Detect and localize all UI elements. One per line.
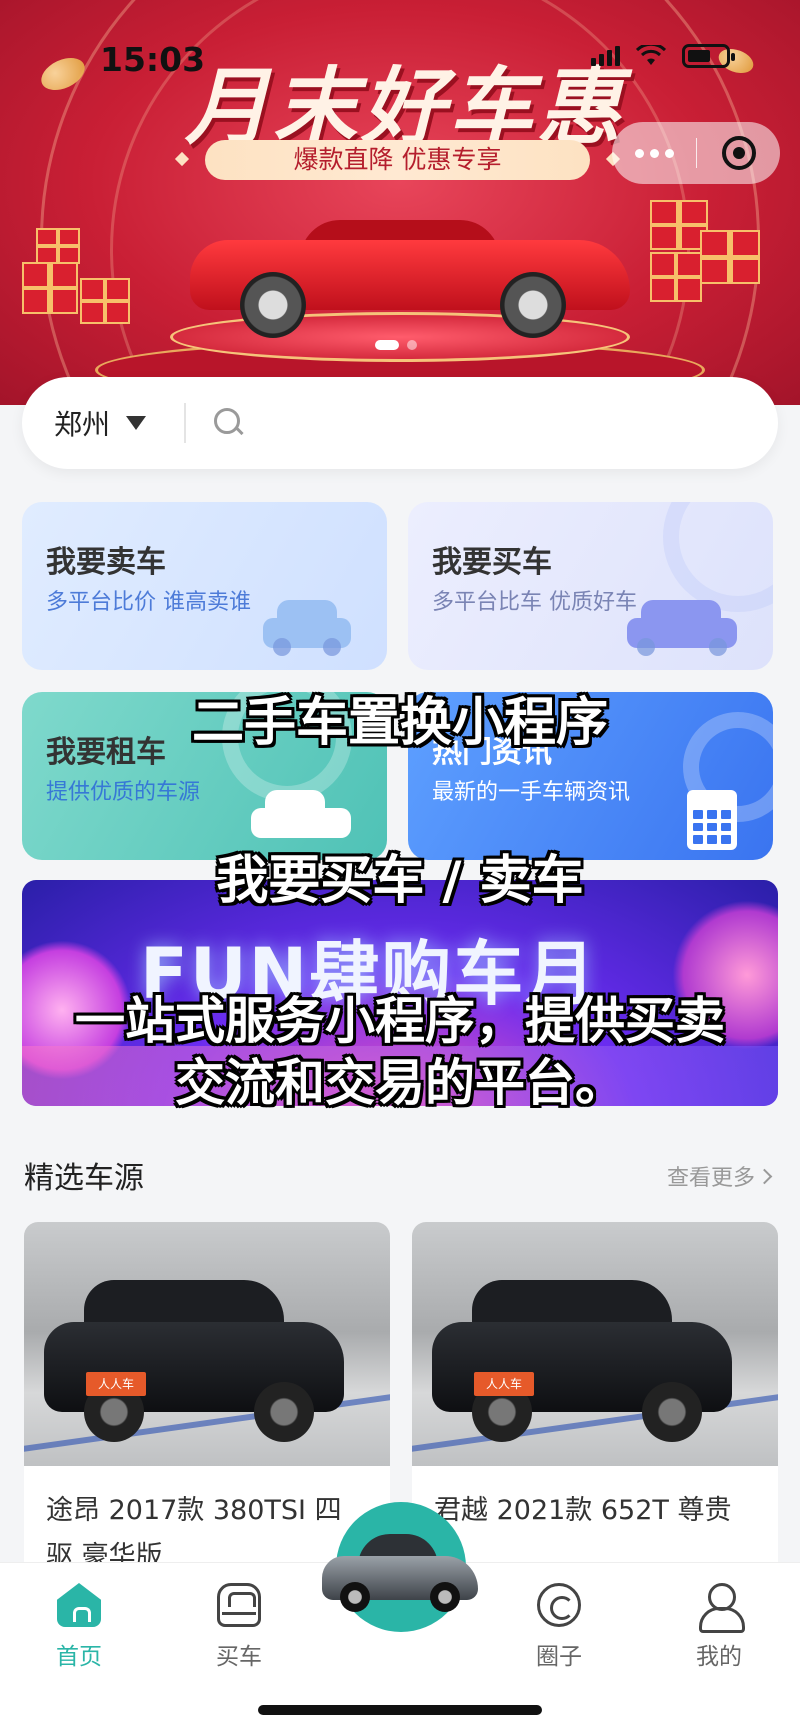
tab-buy[interactable]: 买车 [179, 1583, 299, 1671]
city-selector[interactable]: 郑州 [54, 403, 147, 443]
home-indicator [258, 1705, 542, 1715]
card-title: 我要卖车 [46, 545, 166, 580]
card-desc: 最新的一手车辆资讯 [432, 780, 631, 805]
buy-car-card[interactable]: 我要买车 多平台比车 优质好车 [408, 502, 773, 670]
car-icon [217, 1583, 261, 1627]
gift-box-decoration [22, 262, 78, 314]
car-front-icon [263, 600, 351, 656]
search-divider [184, 403, 187, 443]
tab-home[interactable]: 首页 [19, 1583, 139, 1671]
banner-pagination [375, 340, 417, 350]
chevron-right-icon [756, 1168, 773, 1184]
card-desc: 提供优质的车源 [46, 780, 201, 805]
pagination-dot-active [375, 340, 399, 350]
battery-icon [682, 44, 735, 68]
convertible-car-image [190, 200, 630, 338]
signal-icon [591, 46, 620, 66]
gift-box-decoration [80, 278, 130, 324]
gift-box-decoration [36, 228, 80, 264]
card-desc: 多平台比价 谁高卖谁 [46, 590, 251, 615]
section-title: 精选车源 [24, 1161, 144, 1196]
city-label: 郑州 [54, 408, 111, 441]
status-time: 15:03 [100, 40, 206, 79]
status-icons [591, 44, 735, 68]
user-icon [697, 1583, 745, 1633]
close-target-icon[interactable] [697, 136, 780, 170]
caret-down-icon [126, 416, 147, 430]
listing-card[interactable]: 人人车 君越 2021款 652T 尊贵 [412, 1222, 778, 1562]
wifi-icon [636, 45, 666, 65]
dealer-plate: 人人车 [474, 1372, 534, 1396]
mini-program-home: 月末好车惠 爆款直降 优惠专享 15:03 郑州 我要卖车 多平台比价 谁高卖谁… [0, 0, 800, 1733]
sports-car-icon [322, 1530, 478, 1612]
card-decoration [663, 502, 773, 612]
listing-card[interactable]: 人人车 途昂 2017款 380TSI 四驱 豪华版 [24, 1222, 390, 1562]
more-dots-icon[interactable] [612, 148, 696, 158]
view-more-label: 查看更多 [666, 1166, 755, 1191]
car-photo: 人人车 [412, 1222, 778, 1466]
tab-circle[interactable]: 圈子 [499, 1583, 619, 1671]
mini-program-capsule [612, 122, 780, 184]
tab-label: 圈子 [536, 1644, 582, 1670]
overlay-caption-line2: 我要买车 / 卖车 [216, 851, 584, 911]
sell-car-card[interactable]: 我要卖车 多平台比价 谁高卖谁 [22, 502, 387, 670]
car-photo: 人人车 [24, 1222, 390, 1466]
pagination-dot [407, 340, 417, 350]
gift-box-decoration [700, 230, 760, 284]
tab-label: 我的 [696, 1644, 742, 1670]
suv-icon [627, 600, 737, 656]
tab-me[interactable]: 我的 [659, 1583, 779, 1671]
overlay-caption-line3: 一站式服务小程序，提供买卖交流和交易的平台。 [75, 992, 725, 1112]
gift-box-decoration [650, 252, 702, 302]
search-icon[interactable] [214, 408, 244, 438]
search-bar[interactable]: 郑州 [22, 377, 778, 469]
card-desc: 多平台比车 优质好车 [432, 590, 637, 615]
overlay-caption-line1: 二手车置换小程序 [191, 693, 608, 753]
tab-label: 首页 [56, 1644, 102, 1670]
dealer-plate: 人人车 [86, 1372, 146, 1396]
view-more-link[interactable]: 查看更多 [666, 1160, 773, 1192]
tab-label: 买车 [216, 1644, 262, 1670]
circle-icon [537, 1583, 581, 1627]
listing-name: 君越 2021款 652T 尊贵 [434, 1495, 732, 1526]
card-title: 我要买车 [432, 545, 552, 580]
banner-subtitle: 爆款直降 优惠专享 [205, 140, 590, 180]
home-icon [57, 1583, 101, 1627]
